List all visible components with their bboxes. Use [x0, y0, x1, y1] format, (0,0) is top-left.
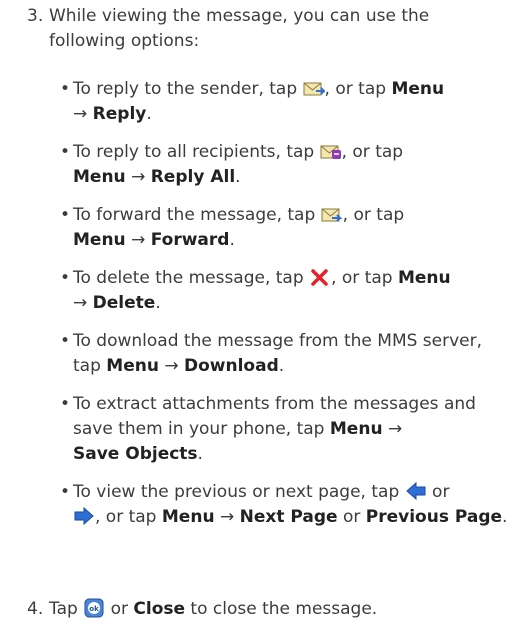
- envelope-reply-all-icon: [320, 141, 342, 161]
- bullet-download: • To download the message from the MMS s…: [60, 331, 483, 376]
- envelope-reply-icon: [303, 78, 325, 98]
- step-number: 3.: [27, 6, 44, 26]
- bullet-reply: • To reply to the sender, tap , or tap M…: [60, 78, 445, 124]
- step-number: 4.: [27, 599, 44, 619]
- step-text: Tap ok or Close to close the message.: [49, 598, 378, 619]
- envelope-forward-icon: [321, 204, 343, 224]
- svg-text:ok: ok: [89, 605, 99, 613]
- red-x-delete-icon: [309, 267, 331, 287]
- blue-left-arrow-icon: [405, 481, 427, 501]
- bullet-page-navigation: • To view the previous or next page, tap…: [60, 481, 508, 527]
- bullet-forward: • To forward the message, tap , or tap M…: [60, 204, 405, 250]
- bullet-reply-all: • To reply to all recipients, tap , or t…: [60, 141, 404, 187]
- blue-right-arrow-icon: [73, 506, 95, 526]
- step-text: While viewing the message, you can use t…: [49, 6, 430, 51]
- bullet-delete: • To delete the message, tap , or tap Me…: [60, 267, 451, 313]
- ok-button-icon: ok: [83, 598, 105, 618]
- bullet-save-objects: • To extract attachments from the messag…: [60, 394, 476, 464]
